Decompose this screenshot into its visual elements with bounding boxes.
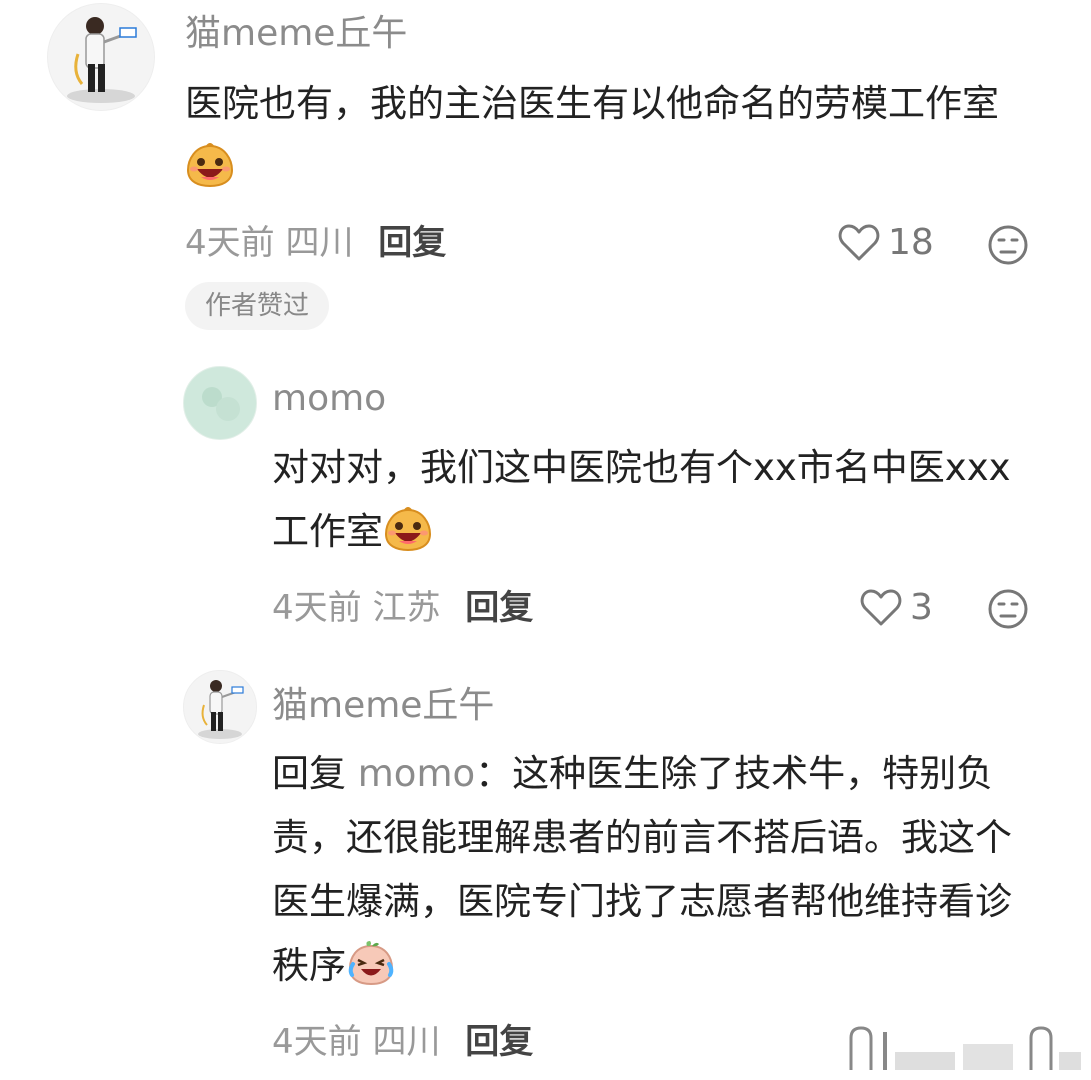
dislike-face-icon[interactable] bbox=[987, 224, 1029, 270]
dislike-face-icon[interactable] bbox=[987, 588, 1029, 634]
like-button[interactable]: 18 bbox=[838, 221, 934, 265]
reply-button[interactable]: 回复 bbox=[378, 223, 446, 263]
reply-button[interactable]: 回复 bbox=[465, 1022, 533, 1062]
username[interactable]: momo bbox=[272, 377, 386, 421]
comment-meta: 4天前 江苏 回复 bbox=[272, 586, 533, 630]
username[interactable]: 猫meme丘午 bbox=[185, 12, 407, 56]
location: 四川 bbox=[285, 223, 354, 263]
comment-text-content: 这种医生除了技术牛，特别负责，还很能理解患者的前言不搭后语。我这个医生爆满，医院… bbox=[272, 752, 1012, 987]
comment-text-content: 医院也有，我的主治医生有以他命名的劳模工作室 bbox=[185, 82, 999, 125]
timestamp: 4天前 bbox=[185, 223, 275, 263]
watermark bbox=[845, 1024, 1085, 1072]
reply-colon: ： bbox=[475, 752, 513, 795]
timestamp: 4天前 bbox=[272, 588, 362, 628]
comment-text: 医院也有，我的主治医生有以他命名的劳模工作室 bbox=[185, 72, 1035, 208]
comment-meta: 4天前 四川 回复 bbox=[272, 1020, 533, 1064]
laughing-blob-emoji bbox=[383, 506, 433, 572]
reply-target-username[interactable]: momo bbox=[358, 752, 475, 795]
heart-icon bbox=[838, 224, 880, 261]
watermark-logo-icon bbox=[849, 1026, 1081, 1070]
comment-meta: 4天前 四川 回复 bbox=[185, 221, 446, 265]
comment-text-content: 对对对，我们这中医院也有个xx市名中医xxx工作室 bbox=[272, 446, 1011, 553]
laughing-blob-emoji bbox=[185, 142, 235, 208]
avatar-figure-icon bbox=[198, 680, 244, 739]
reply-button[interactable]: 回复 bbox=[465, 588, 533, 628]
like-count: 18 bbox=[888, 222, 934, 263]
author-liked-badge: 作者赞过 bbox=[185, 282, 330, 330]
comment-text: 回复 momo：这种医生除了技术牛，特别负责，还很能理解患者的前言不搭后语。我这… bbox=[272, 742, 1047, 1006]
avatar[interactable] bbox=[183, 670, 257, 744]
reply-prefix: 回复 bbox=[272, 752, 346, 795]
comment-text: 对对对，我们这中医院也有个xx市名中医xxx工作室 bbox=[272, 436, 1042, 572]
avatar[interactable] bbox=[47, 3, 155, 111]
crying-laughing-emoji bbox=[346, 940, 396, 1006]
comment-1: 猫meme丘午 医院也有，我的主治医生有以他命名的劳模工作室 4天前 四川 回复… bbox=[0, 0, 1091, 340]
like-count: 3 bbox=[910, 587, 933, 628]
heart-icon bbox=[860, 589, 902, 626]
location: 四川 bbox=[372, 1022, 441, 1062]
username[interactable]: 猫meme丘午 bbox=[272, 684, 494, 728]
location: 江苏 bbox=[372, 588, 441, 628]
avatar[interactable] bbox=[183, 366, 257, 440]
timestamp: 4天前 bbox=[272, 1022, 362, 1062]
avatar-figure-icon bbox=[67, 17, 137, 103]
like-button[interactable]: 3 bbox=[860, 586, 933, 630]
avatar-pattern-icon bbox=[186, 369, 254, 437]
